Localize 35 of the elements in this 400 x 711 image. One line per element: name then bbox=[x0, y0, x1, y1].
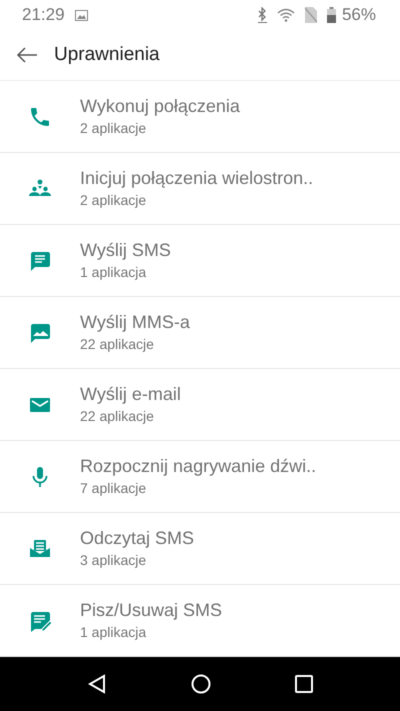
app-count: 3 aplikacje bbox=[80, 552, 148, 568]
back-arrow-icon bbox=[16, 47, 38, 63]
bluetooth-icon bbox=[258, 7, 267, 23]
permission-title: Wyślij MMS-a bbox=[80, 312, 190, 332]
app-count: 1 aplikacja bbox=[80, 264, 148, 280]
clock: 21:29 bbox=[22, 5, 65, 25]
app-count: 22 aplikacje bbox=[80, 336, 155, 352]
home-button[interactable] bbox=[191, 674, 211, 694]
permission-item[interactable]: Wyślij MMS-a 22 aplikacje bbox=[0, 297, 400, 369]
permission-item[interactable]: Odczytaj SMS 3 aplikacje bbox=[0, 513, 400, 585]
permission-title: Odczytaj SMS bbox=[80, 528, 194, 548]
back-button[interactable] bbox=[87, 674, 107, 694]
permission-item[interactable]: Rozpocznij nagrywanie dźwi.. 7 aplikacje bbox=[0, 441, 400, 513]
app-count: 7 aplikacje bbox=[80, 480, 148, 496]
app-count: 2 aplikacje bbox=[80, 120, 148, 136]
permission-item[interactable]: Wyślij SMS 1 aplikacja bbox=[0, 225, 400, 297]
app-count: 1 aplikacja bbox=[80, 624, 148, 640]
permission-item[interactable]: Inicjuj połączenia wielostron.. 2 aplikacje bbox=[0, 153, 400, 225]
wifi-icon bbox=[276, 8, 295, 22]
permission-item[interactable]: Wyślij e-mail 22 aplikacje bbox=[0, 369, 400, 441]
permission-title: Wyślij SMS bbox=[80, 240, 171, 260]
image-icon bbox=[74, 10, 88, 20]
permission-title: Rozpocznij nagrywanie dźwi.. bbox=[80, 456, 316, 476]
no-sim-icon bbox=[304, 7, 317, 23]
permission-title: Wyślij e-mail bbox=[80, 384, 181, 404]
permission-title: Inicjuj połączenia wielostron.. bbox=[80, 168, 314, 188]
page-title: Uprawnienia bbox=[54, 44, 160, 66]
permission-title: Wykonuj połączenia bbox=[80, 96, 240, 116]
battery-percentage: 56% bbox=[342, 5, 376, 25]
battery-icon bbox=[326, 7, 336, 23]
app-count: 22 aplikacje bbox=[80, 408, 155, 424]
permission-title: Pisz/Usuwaj SMS bbox=[80, 600, 222, 620]
app-count: 2 aplikacje bbox=[80, 192, 148, 208]
recent-apps-button[interactable] bbox=[295, 675, 313, 693]
permission-item[interactable]: Wykonuj połączenia 2 aplikacje bbox=[0, 81, 400, 153]
